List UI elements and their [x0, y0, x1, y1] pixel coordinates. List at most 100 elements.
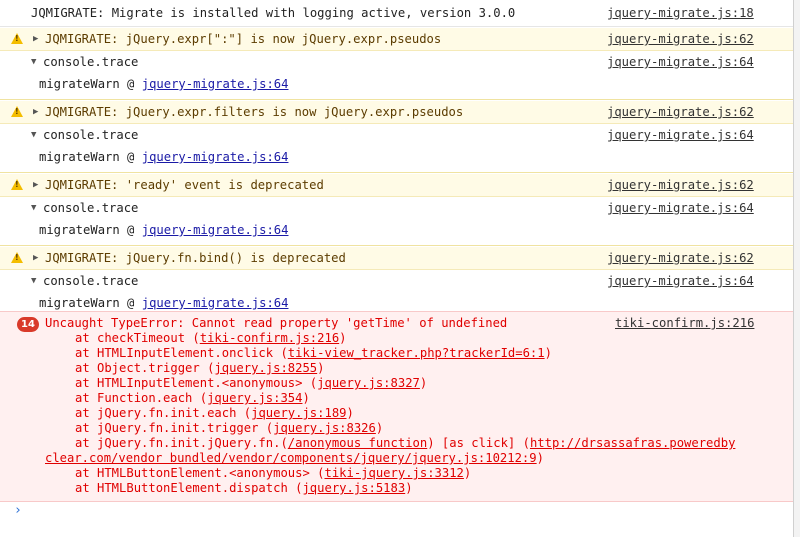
warning-source-link[interactable]: jquery-migrate.js:62 — [607, 247, 754, 270]
console-trace-row[interactable]: ▼ console.trace jquery-migrate.js:64 — [0, 197, 793, 219]
frame-link[interactable]: tiki-confirm.js:216 — [200, 331, 339, 345]
expand-arrow-icon[interactable]: ▶ — [33, 247, 38, 270]
error-source-link[interactable]: tiki-confirm.js:216 — [615, 316, 754, 330]
frame-text-end: ) — [463, 466, 472, 480]
warning-source-link[interactable]: jquery-migrate.js:62 — [607, 101, 754, 124]
frame-text-end: ) — [405, 481, 413, 495]
warning-icon — [11, 252, 23, 263]
warning-message[interactable]: ▶ JQMIGRATE: jQuery.expr.filters is now j… — [0, 101, 793, 124]
frame-link[interactable]: jquery.js:189 — [251, 406, 346, 420]
warning-source-link[interactable]: jquery-migrate.js:62 — [607, 174, 754, 197]
frame-link[interactable]: jquery-migrate.js:64 — [142, 296, 289, 310]
frame-text-end: ) — [544, 346, 552, 360]
error-stack-frame: at jQuery.fn.init.each (jquery.js:189) — [0, 406, 793, 421]
warnings-list: ▶ JQMIGRATE: jQuery.expr[":"] is now jQue… — [0, 27, 793, 319]
info-text: JQMIGRATE: Migrate is installed with log… — [31, 6, 516, 20]
frame-function: migrateWarn @ — [39, 150, 142, 164]
error-text[interactable]: Uncaught TypeError: Cannot read property… — [45, 316, 507, 330]
frame-text-end: ) — [339, 331, 347, 345]
warning-group: ▶ JQMIGRATE: 'ready' event is deprecated j… — [0, 173, 793, 246]
expand-arrow-icon[interactable]: ▶ — [33, 28, 38, 51]
console-trace-label: console.trace — [43, 274, 139, 288]
frame-function: migrateWarn @ — [39, 77, 142, 91]
frame-url-link[interactable]: http://drsassafras.poweredby — [530, 436, 735, 450]
frame-link[interactable]: jquery.js:8327 — [317, 376, 420, 390]
frame-link[interactable]: jquery.js:354 — [207, 391, 302, 405]
warning-icon — [11, 179, 23, 190]
error-stack-frame: clear.com/vendor bundled/vendor/componen… — [0, 451, 793, 466]
frame-text-end: ) — [419, 376, 428, 390]
console-trace-row[interactable]: ▼ console.trace jquery-migrate.js:64 — [0, 270, 793, 292]
console-info-message: JQMIGRATE: Migrate is installed with log… — [0, 0, 793, 27]
expand-arrow-icon[interactable]: ▶ — [33, 101, 38, 124]
warning-group: ▶ JQMIGRATE: jQuery.expr[":"] is now jQue… — [0, 27, 793, 100]
console-trace-row[interactable]: ▼ console.trace jquery-migrate.js:64 — [0, 51, 793, 73]
console-error-message: 14 Uncaught TypeError: Cannot read prope… — [0, 311, 793, 502]
error-stack-frame: at checkTimeout (tiki-confirm.js:216) — [0, 331, 793, 346]
frame-text-end: ) — [302, 391, 310, 405]
collapse-arrow-icon[interactable]: ▼ — [31, 51, 36, 73]
console-trace-label: console.trace — [43, 201, 139, 215]
collapse-arrow-icon[interactable]: ▼ — [31, 270, 36, 292]
stack-frame: migrateWarn @ jquery-migrate.js:64 — [0, 219, 793, 243]
warning-message[interactable]: ▶ JQMIGRATE: jQuery.fn.bind() is deprecat… — [0, 247, 793, 270]
console-trace-label: console.trace — [43, 128, 139, 142]
frame-text-end: ) [as click] ( — [427, 436, 530, 450]
error-stack-frame: at jQuery.fn.init.jQuery.fn.(/anonymous … — [0, 436, 793, 451]
frame-text: at HTMLButtonElement.dispatch ( — [75, 481, 303, 495]
warning-group: ▶ JQMIGRATE: jQuery.fn.bind() is deprecat… — [0, 246, 793, 319]
frame-text: at jQuery.fn.init.trigger ( — [75, 421, 274, 435]
console-trace-row[interactable]: ▼ console.trace jquery-migrate.js:64 — [0, 124, 793, 146]
error-stack-frame: at Function.each (jquery.js:354) — [0, 391, 793, 406]
trace-source-link[interactable]: jquery-migrate.js:64 — [607, 51, 754, 73]
info-source-link[interactable]: jquery-migrate.js:18 — [607, 0, 754, 27]
frame-text: at jQuery.fn.init.jQuery.fn.( — [75, 436, 288, 450]
console-prompt-icon[interactable]: › — [14, 503, 22, 518]
warning-icon — [11, 106, 23, 117]
frame-link[interactable]: jquery-migrate.js:64 — [142, 77, 289, 91]
error-stack-frame: at jQuery.fn.init.trigger (jquery.js:832… — [0, 421, 793, 436]
warning-message[interactable]: ▶ JQMIGRATE: jQuery.expr[":"] is now jQue… — [0, 28, 793, 51]
error-stack-frame: at HTMLInputElement.onclick (tiki-view_t… — [0, 346, 793, 361]
expand-arrow-icon[interactable]: ▶ — [33, 174, 38, 197]
stack-frame: migrateWarn @ jquery-migrate.js:64 — [0, 146, 793, 170]
frame-text: at HTMLInputElement.onclick ( — [75, 346, 288, 360]
warning-text: JQMIGRATE: jQuery.expr.filters is now jQ… — [45, 105, 464, 119]
frame-link[interactable]: jquery.js:8255 — [214, 361, 317, 375]
trace-source-link[interactable]: jquery-migrate.js:64 — [607, 270, 754, 292]
collapse-arrow-icon[interactable]: ▼ — [31, 197, 36, 219]
warning-text: JQMIGRATE: jQuery.fn.bind() is deprecate… — [45, 251, 346, 265]
collapse-arrow-icon[interactable]: ▼ — [31, 124, 36, 146]
frame-link[interactable]: jquery.js:8326 — [273, 421, 376, 435]
error-stack-frame: at HTMLInputElement.<anonymous> (jquery.… — [0, 376, 793, 391]
error-stack-frame: at HTMLButtonElement.dispatch (jquery.js… — [0, 481, 793, 496]
frame-text-end: ) — [346, 406, 354, 420]
trace-source-link[interactable]: jquery-migrate.js:64 — [607, 197, 754, 219]
error-stack-frame: at Object.trigger (jquery.js:8255) — [0, 361, 793, 376]
frame-text: at Object.trigger ( — [75, 361, 215, 375]
frame-text: at HTMLInputElement.<anonymous> ( — [75, 376, 318, 390]
error-stack-trace: at checkTimeout (tiki-confirm.js:216) at … — [0, 331, 793, 496]
frame-text-end: ) — [536, 451, 544, 465]
warning-icon — [11, 33, 23, 44]
frame-link[interactable]: jquery-migrate.js:64 — [142, 150, 289, 164]
frame-text-end: ) — [375, 421, 384, 435]
frame-text: at jQuery.fn.init.each ( — [75, 406, 252, 420]
right-panel-edge — [794, 0, 800, 537]
warning-message[interactable]: ▶ JQMIGRATE: 'ready' event is deprecated j… — [0, 174, 793, 197]
frame-link[interactable]: clear.com/vendor bundled/vendor/componen… — [45, 451, 537, 465]
frame-function: migrateWarn @ — [39, 223, 142, 237]
frame-text: at checkTimeout ( — [75, 331, 200, 345]
frame-link[interactable]: jquery.js:5183 — [302, 481, 405, 495]
warning-text: JQMIGRATE: jQuery.expr[":"] is now jQuer… — [45, 32, 442, 46]
frame-function: migrateWarn @ — [39, 296, 142, 310]
warning-source-link[interactable]: jquery-migrate.js:62 — [607, 28, 754, 51]
frame-link[interactable]: tiki-view_tracker.php?trackerId=6:1 — [288, 346, 545, 360]
console-trace-label: console.trace — [43, 55, 139, 69]
frame-link[interactable]: jquery-migrate.js:64 — [142, 223, 289, 237]
warning-text: JQMIGRATE: 'ready' event is deprecated — [45, 178, 324, 192]
trace-source-link[interactable]: jquery-migrate.js:64 — [607, 124, 754, 146]
frame-link[interactable]: tiki-jquery.js:3312 — [324, 466, 463, 480]
warning-group: ▶ JQMIGRATE: jQuery.expr.filters is now j… — [0, 100, 793, 173]
frame-link[interactable]: /anonymous function — [288, 436, 427, 450]
